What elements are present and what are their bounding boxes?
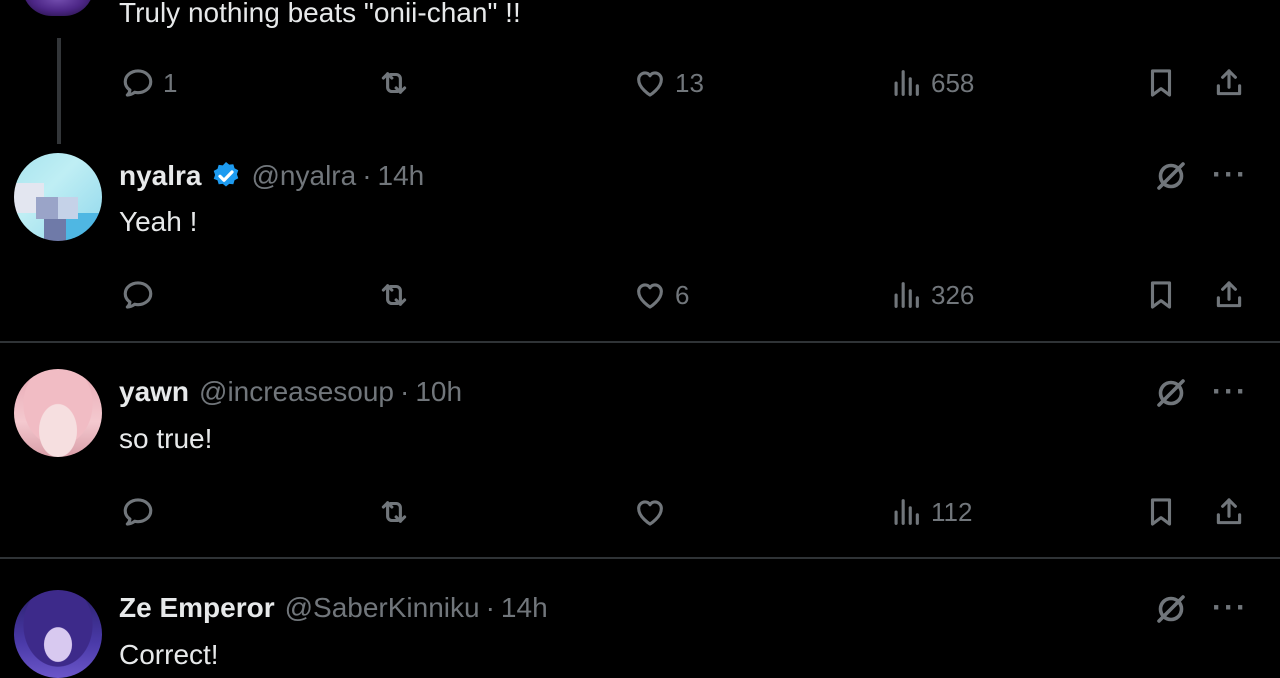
display-name[interactable]: nyalra — [119, 160, 202, 192]
tweet-text: so true! — [119, 423, 213, 454]
grok-icon — [1153, 158, 1189, 194]
bookmark-icon — [1144, 495, 1178, 529]
separator: · — [485, 592, 495, 623]
tweet-header: nyalra @nyalra · 14h — [119, 156, 424, 196]
more-icon: ··· — [1212, 591, 1248, 624]
separator: · — [400, 376, 410, 407]
grok-button[interactable] — [1153, 591, 1189, 632]
view-count: 112 — [931, 496, 973, 527]
heart-icon — [633, 66, 667, 100]
tweet-header: yawn @increasesoup · 10h — [119, 372, 462, 412]
separator: · — [362, 160, 372, 191]
user-handle[interactable]: @nyalra — [252, 160, 357, 192]
tweet-text: Yeah ! — [119, 206, 198, 237]
share-button[interactable] — [1212, 66, 1246, 100]
bookmark-icon — [1144, 66, 1178, 100]
user-handle[interactable]: @increasesoup — [199, 376, 394, 408]
thread-line — [57, 38, 61, 144]
tweet-text: Correct! — [119, 639, 219, 670]
more-button[interactable]: ··· — [1212, 377, 1248, 407]
grok-button[interactable] — [1153, 375, 1189, 416]
reply-button[interactable]: 1 — [121, 66, 177, 100]
share-icon — [1212, 278, 1246, 312]
views-icon — [889, 278, 923, 312]
bookmark-button[interactable] — [1144, 66, 1178, 100]
avatar[interactable] — [14, 153, 102, 241]
reply-icon — [121, 495, 155, 529]
reply-button[interactable] — [121, 278, 163, 312]
more-button[interactable]: ··· — [1212, 160, 1248, 190]
avatar[interactable] — [14, 590, 102, 678]
share-button[interactable] — [1212, 278, 1246, 312]
retweet-button[interactable] — [377, 278, 411, 312]
views-icon — [889, 66, 923, 100]
like-button[interactable]: 6 — [633, 278, 689, 312]
reply-button[interactable] — [121, 495, 163, 529]
heart-icon — [633, 278, 667, 312]
tweet-header: Ze Emperor @SaberKinniku · 14h — [119, 588, 548, 628]
like-button[interactable] — [633, 495, 675, 529]
timestamp[interactable]: 14h — [378, 160, 425, 192]
more-button[interactable]: ··· — [1212, 593, 1248, 623]
view-count: 326 — [931, 279, 975, 310]
views-icon — [889, 495, 923, 529]
reply-icon — [121, 278, 155, 312]
retweet-icon — [377, 278, 411, 312]
reply-icon — [121, 66, 155, 100]
like-count: 6 — [675, 279, 690, 310]
views-button[interactable]: 326 — [889, 278, 974, 312]
share-button[interactable] — [1212, 495, 1246, 529]
retweet-icon — [377, 495, 411, 529]
heart-icon — [633, 495, 667, 529]
like-button[interactable]: 13 — [633, 66, 704, 100]
views-button[interactable]: 112 — [889, 495, 972, 529]
bookmark-icon — [1144, 278, 1178, 312]
grok-icon — [1153, 591, 1189, 627]
timestamp[interactable]: 10h — [415, 376, 462, 408]
grok-icon — [1153, 375, 1189, 411]
like-count: 13 — [675, 67, 704, 98]
reply-count: 1 — [163, 67, 178, 98]
timestamp[interactable]: 14h — [501, 592, 548, 624]
share-icon — [1212, 66, 1246, 100]
display-name[interactable]: Ze Emperor — [119, 592, 275, 624]
tweet-text: Truly nothing beats "onii-chan" !! — [119, 0, 521, 28]
divider — [0, 557, 1280, 559]
view-count: 658 — [931, 67, 975, 98]
more-icon: ··· — [1212, 375, 1248, 408]
retweet-button[interactable] — [377, 66, 411, 100]
verified-badge-icon — [210, 160, 242, 192]
bookmark-button[interactable] — [1144, 495, 1178, 529]
more-icon: ··· — [1212, 158, 1248, 191]
share-icon — [1212, 495, 1246, 529]
bookmark-button[interactable] — [1144, 278, 1178, 312]
retweet-icon — [377, 66, 411, 100]
divider — [0, 341, 1280, 343]
avatar[interactable] — [14, 369, 102, 457]
display-name[interactable]: yawn — [119, 376, 189, 408]
user-handle[interactable]: @SaberKinniku — [285, 592, 480, 624]
avatar[interactable] — [22, 0, 94, 16]
grok-button[interactable] — [1153, 158, 1189, 199]
views-button[interactable]: 658 — [889, 66, 974, 100]
retweet-button[interactable] — [377, 495, 411, 529]
